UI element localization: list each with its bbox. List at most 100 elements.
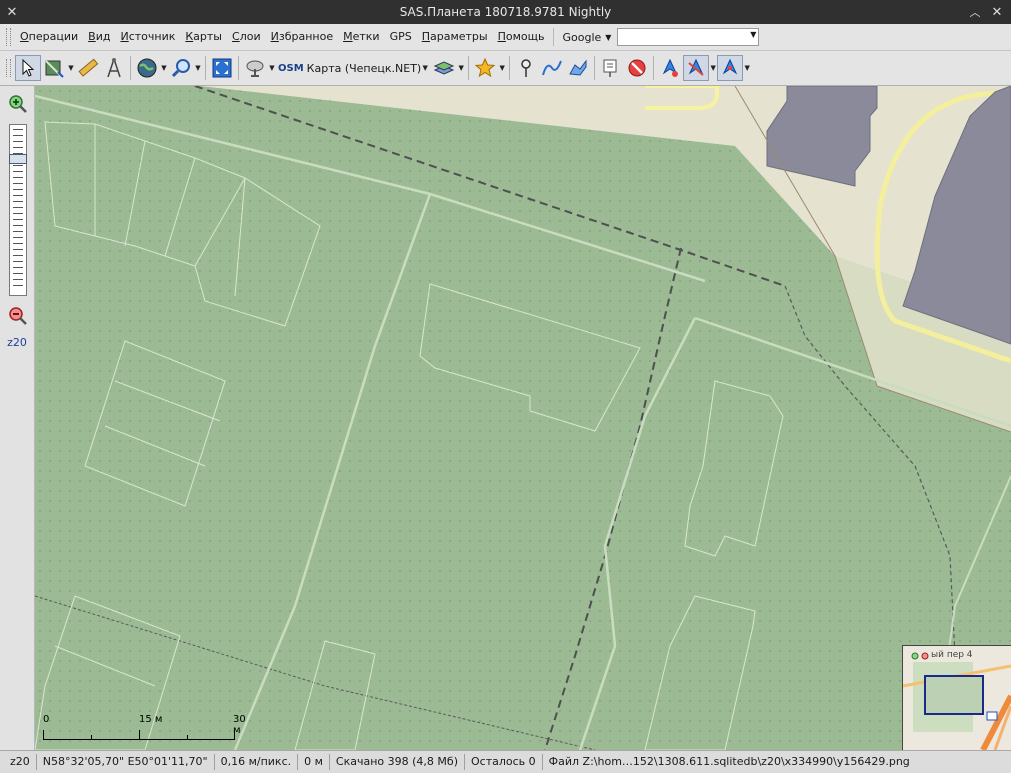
menu-view[interactable]: Вид — [83, 27, 115, 47]
status-file: Файл Z:\hom…152\1308.611.sqlitedb\z20\x3… — [548, 755, 910, 768]
menu-source[interactable]: Источник — [115, 27, 180, 47]
zoom-slider[interactable] — [9, 124, 27, 296]
marks-list-icon — [603, 59, 617, 77]
search-box[interactable]: ▼ — [617, 28, 760, 46]
gps-track-icon — [663, 58, 679, 77]
minimap-street-label: ый пер 4 — [931, 650, 973, 660]
toolbar-separator — [205, 56, 206, 80]
zoom-out-icon — [9, 307, 27, 325]
search-engine-label: Google — [562, 30, 602, 44]
zoom-in-icon — [9, 95, 27, 113]
toolbar-separator — [653, 56, 655, 80]
zoom-panel: z20 — [0, 86, 35, 750]
search-input[interactable] — [618, 29, 747, 43]
toolbar-separator — [594, 56, 596, 80]
marks-manager-button[interactable] — [598, 55, 624, 81]
gps-center-button[interactable] — [717, 55, 744, 81]
status-zoom: z20 — [0, 754, 37, 770]
layers-button[interactable] — [431, 55, 457, 81]
ruler-icon — [78, 58, 99, 77]
magnifier-icon — [171, 59, 190, 78]
minimap-canvas — [903, 646, 1011, 750]
scale-mid-tick — [139, 730, 140, 740]
window-title: SAS.Планета 180718.9781 Nightly — [399, 5, 612, 19]
scale-quarter-tick — [91, 735, 92, 740]
status-resolution: 0,16 м/пикс. — [215, 754, 299, 770]
zoom-in-button[interactable] — [8, 94, 28, 114]
gps-center-icon — [723, 58, 738, 75]
globe-button[interactable] — [134, 55, 160, 81]
scale-label-0: 0 — [43, 714, 50, 725]
toolbar-separator — [130, 56, 131, 80]
gps-connect-button[interactable] — [683, 55, 710, 81]
add-path-button[interactable] — [539, 55, 565, 81]
menu-parameters[interactable]: Параметры — [417, 27, 493, 47]
status-distance: 0 м — [298, 754, 330, 770]
search-button[interactable] — [168, 55, 194, 81]
menu-marks[interactable]: Метки — [338, 27, 384, 47]
gps-source-button[interactable] — [242, 55, 268, 81]
close-icon[interactable]: ✕ — [0, 0, 24, 24]
select-tool-button[interactable] — [15, 55, 41, 81]
chevron-down-icon[interactable]: ▼ — [268, 64, 276, 72]
chevron-down-icon[interactable]: ▼ — [743, 64, 751, 72]
zoom-level-label: z20 — [7, 336, 27, 349]
menu-separator — [553, 28, 555, 46]
main-toolbar: ▼ ▼ ▼ ▼ OSM Карта (Чепецк.NET) ▼ ▼ ▼ ▼ ▼ — [0, 51, 1011, 86]
hide-marks-button[interactable] — [624, 55, 650, 81]
compass-icon — [107, 58, 121, 78]
placemark-icon — [521, 59, 531, 77]
menu-grip[interactable] — [6, 28, 11, 46]
zoom-out-button[interactable] — [8, 306, 28, 326]
chevron-down-icon: ▼ — [605, 32, 612, 42]
no-marks-icon — [628, 59, 646, 77]
satellite-dish-icon — [246, 60, 264, 77]
chevron-up-icon[interactable]: ︿ — [963, 0, 987, 24]
gps-track-button[interactable] — [657, 55, 683, 81]
status-bar: z20 N58°32'05,70" E50°01'11,70" 0,16 м/п… — [0, 750, 1011, 773]
chevron-down-icon[interactable]: ▼ — [457, 64, 465, 72]
minimap[interactable]: ый пер 4 — [902, 645, 1011, 750]
menu-help[interactable]: Помощь — [493, 27, 550, 47]
chevron-down-icon[interactable]: ▼ — [498, 64, 506, 72]
toolbar-grip[interactable] — [6, 59, 11, 77]
status-coordinates: N58°32'05,70" E50°01'11,70" — [37, 754, 215, 770]
osm-logo: OSM — [278, 62, 304, 74]
menu-maps[interactable]: Карты — [180, 27, 227, 47]
menu-favorites[interactable]: Избранное — [266, 27, 338, 47]
chevron-down-icon[interactable]: ▼ — [709, 64, 717, 72]
title-bar: ✕ SAS.Планета 180718.9781 Nightly ︿ ✕ — [0, 0, 1011, 24]
chevron-down-icon[interactable]: ▼ — [160, 64, 168, 72]
zoom-slider-ticks — [13, 129, 23, 289]
map-source-select[interactable]: OSM Карта (Чепецк.NET) ▼ — [276, 62, 431, 75]
ruler-button[interactable] — [75, 55, 101, 81]
menu-layers[interactable]: Слои — [227, 27, 266, 47]
favorites-button[interactable] — [472, 55, 498, 81]
scale-quarter-tick — [187, 735, 188, 740]
add-polygon-button[interactable] — [565, 55, 591, 81]
compass-button[interactable] — [101, 55, 127, 81]
star-icon — [474, 57, 496, 78]
add-placemark-button[interactable] — [513, 55, 539, 81]
layers-icon — [433, 61, 455, 75]
toolbar-separator — [238, 56, 239, 80]
window-close-icon[interactable]: ✕ — [985, 0, 1009, 24]
chevron-down-icon[interactable]: ▼ — [67, 64, 75, 72]
menu-gps[interactable]: GPS — [385, 27, 417, 47]
fullscreen-icon — [212, 58, 232, 78]
fullscreen-button[interactable] — [209, 55, 235, 81]
status-downloaded: Скачано 398 (4,8 Мб) — [330, 754, 465, 770]
chevron-down-icon[interactable]: ▼ — [194, 64, 202, 72]
layer-select-button[interactable] — [41, 55, 67, 81]
menu-bar: Операции Вид Источник Карты Слои Избранн… — [0, 24, 1011, 51]
cursor-arrow-icon — [22, 58, 35, 77]
chevron-down-icon[interactable]: ▼ — [750, 30, 756, 39]
zoom-slider-thumb[interactable] — [9, 154, 27, 164]
map-view[interactable]: 0 15 м 30 м ый пер 4 — [35, 86, 1011, 750]
menu-operations[interactable]: Операции — [15, 27, 83, 47]
layer-select-icon — [45, 60, 64, 78]
status-remaining: Осталось 0 — [465, 754, 543, 770]
search-engine-select[interactable]: Google ▼ — [558, 31, 615, 44]
map-canvas[interactable] — [35, 86, 1011, 750]
map-source-label: Карта (Чепецк.NET) — [306, 61, 422, 75]
